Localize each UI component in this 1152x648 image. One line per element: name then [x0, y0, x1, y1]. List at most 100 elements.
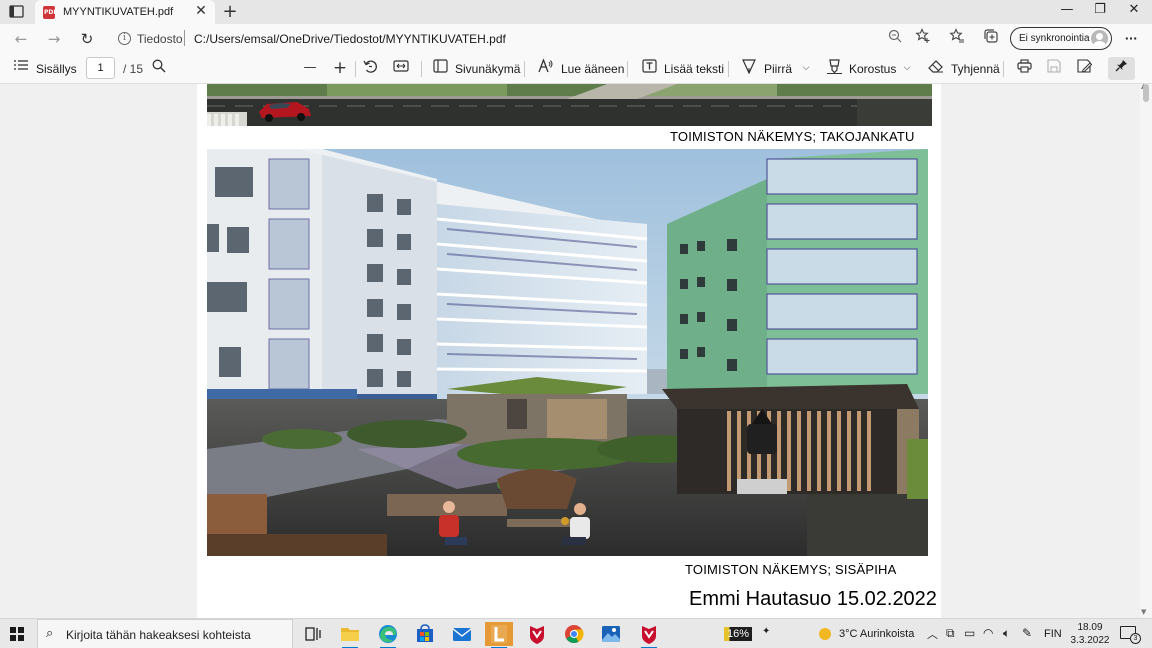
mcafee-icon[interactable]	[523, 622, 551, 646]
mcafee-security-icon[interactable]	[635, 622, 663, 648]
chevron-up-icon[interactable]: ︿	[927, 626, 938, 642]
rotate-icon[interactable]	[361, 59, 379, 77]
vertical-scrollbar[interactable]: ▲ ▼	[1140, 84, 1152, 618]
battery-percentage-badge[interactable]: 16%	[724, 627, 753, 641]
battery-icon[interactable]: ▭	[964, 626, 975, 640]
pen-icon[interactable]: ✎	[1022, 626, 1032, 640]
network-device-icon[interactable]: ⧉	[946, 626, 955, 641]
more-menu-icon[interactable]: ···	[1120, 28, 1142, 50]
chrome-icon[interactable]	[560, 622, 588, 646]
task-view-icon[interactable]	[299, 622, 327, 646]
document-viewport[interactable]: TOIMISTON NÄKEMYS; TAKOJANKATU TOIMISTON…	[0, 84, 1152, 618]
caption-takojankatu: TOIMISTON NÄKEMYS; TAKOJANKATU	[670, 129, 915, 144]
clock-date: 3.3.2022	[1070, 635, 1110, 646]
toolbar-divider	[627, 61, 628, 77]
save-icon[interactable]	[1045, 59, 1063, 77]
page-number-input[interactable]: 1	[86, 57, 115, 79]
draw-icon[interactable]	[740, 59, 758, 77]
toolbar-divider	[1003, 61, 1004, 77]
forward-button[interactable]: →	[43, 28, 65, 50]
close-window-button[interactable]: ✕	[1119, 2, 1149, 22]
caption-sisapiha: TOIMISTON NÄKEMYS; SISÄPIHA	[685, 562, 897, 577]
print-icon[interactable]	[1015, 59, 1033, 77]
weather-sun-icon[interactable]	[818, 627, 832, 644]
taskbar: ⌕ Kirjoita tähän hakeaksesi kohteista 16…	[0, 618, 1152, 648]
erase-icon[interactable]	[927, 59, 945, 77]
pin-toolbar-icon[interactable]	[1108, 57, 1135, 80]
search-placeholder: Kirjoita tähän hakeaksesi kohteista	[66, 628, 251, 642]
mail-icon[interactable]	[448, 622, 476, 646]
render-takojankatu-image	[207, 84, 932, 126]
wifi-icon[interactable]: ◠	[983, 626, 993, 640]
site-info-label[interactable]: Tiedosto	[137, 32, 183, 46]
scrollbar-thumb[interactable]	[1143, 84, 1149, 102]
toolbar-divider	[524, 61, 525, 77]
erase-button[interactable]: Tyhjennä	[951, 61, 1000, 77]
photos-icon[interactable]	[597, 622, 625, 646]
read-aloud-icon[interactable]	[537, 58, 555, 77]
avatar	[1091, 30, 1108, 47]
contents-icon[interactable]	[12, 59, 30, 77]
new-tab-button[interactable]: +	[220, 1, 240, 22]
add-text-button[interactable]: Lisää teksti	[664, 61, 724, 77]
taskbar-search-box[interactable]: ⌕ Kirjoita tähän hakeaksesi kohteista	[37, 619, 293, 648]
browser-tab-active[interactable]: PDF MYYNTIKUVATEH.pdf ✕	[35, 0, 215, 24]
weather-text[interactable]: 3°C Aurinkoista	[839, 628, 914, 640]
volume-icon[interactable]: 🔈︎	[1003, 626, 1010, 641]
draw-chevron-down-icon[interactable]: ⌵	[797, 59, 815, 77]
toolbar-divider	[728, 61, 729, 77]
scroll-down-icon[interactable]: ▼	[1141, 608, 1146, 616]
notification-count: 3	[1130, 633, 1141, 644]
clock-time: 18.09	[1077, 622, 1103, 633]
page-total: / 15	[123, 62, 144, 76]
draw-button[interactable]: Piirrä	[764, 61, 792, 77]
language-indicator[interactable]: FIN	[1044, 628, 1062, 640]
address-divider	[184, 30, 185, 46]
zoom-out-button[interactable]: —	[301, 59, 319, 77]
author-date-line: Emmi Hautasuo 15.02.2022	[689, 588, 937, 610]
zoom-in-button[interactable]: +	[331, 59, 349, 77]
page-view-button[interactable]: Sivunäkymä	[455, 61, 520, 77]
reload-button[interactable]: ↻	[76, 28, 98, 50]
info-icon[interactable]: i	[118, 32, 131, 45]
pdf-toolbar: Sisällys 1 / 15 — + Sivunäkymä Lue äänee…	[0, 53, 1152, 84]
highlight-chevron-down-icon[interactable]: ⌵	[898, 59, 916, 77]
save-as-icon[interactable]	[1075, 59, 1093, 77]
file-explorer-icon[interactable]	[336, 622, 364, 648]
store-icon[interactable]	[411, 622, 439, 646]
zoom-icon[interactable]	[884, 28, 906, 50]
edge-browser-icon[interactable]	[374, 622, 402, 648]
collections-icon[interactable]	[980, 28, 1002, 50]
add-favorite-icon[interactable]	[912, 28, 934, 50]
toolbar-divider	[355, 61, 356, 77]
minimize-button[interactable]: —	[1052, 2, 1082, 22]
l-app-icon[interactable]	[485, 622, 513, 648]
notifications-icon[interactable]: 3	[1120, 626, 1141, 644]
highlight-icon[interactable]	[825, 59, 843, 77]
restore-button[interactable]: ❐	[1085, 2, 1115, 22]
address-bar: ← → ↻ i Tiedosto C:/Users/emsal/OneDrive…	[0, 24, 1152, 53]
address-url[interactable]: C:/Users/emsal/OneDrive/Tiedostot/MYYNTI…	[194, 32, 506, 46]
windows-start-icon[interactable]	[10, 627, 24, 641]
highlight-button[interactable]: Korostus	[849, 61, 896, 77]
page-view-icon[interactable]	[431, 59, 449, 77]
close-icon[interactable]: ✕	[193, 3, 209, 19]
read-aloud-button[interactable]: Lue ääneen	[561, 61, 624, 77]
tab-title: MYYNTIKUVATEH.pdf	[63, 6, 174, 18]
search-icon: ⌕	[46, 626, 54, 641]
fit-page-icon[interactable]	[392, 59, 410, 77]
add-text-icon[interactable]	[640, 59, 658, 77]
pdf-page: TOIMISTON NÄKEMYS; TAKOJANKATU TOIMISTON…	[197, 84, 941, 618]
favorites-icon[interactable]	[946, 28, 968, 50]
sparkle-icon[interactable]: ✦	[762, 626, 770, 637]
sync-profile-button[interactable]: Ei synkronointia	[1010, 27, 1112, 50]
sync-label: Ei synkronointia	[1019, 33, 1090, 44]
back-button[interactable]: ←	[10, 28, 32, 50]
tab-actions-icon[interactable]	[8, 4, 26, 20]
tab-strip: PDF MYYNTIKUVATEH.pdf ✕ + — ❐ ✕	[0, 0, 1152, 24]
render-sisapiha-image	[207, 149, 928, 556]
toolbar-divider	[421, 61, 422, 77]
system-clock[interactable]: 18.09 3.3.2022	[1070, 621, 1110, 647]
contents-button[interactable]: Sisällys	[36, 61, 77, 77]
search-icon[interactable]	[150, 59, 168, 77]
